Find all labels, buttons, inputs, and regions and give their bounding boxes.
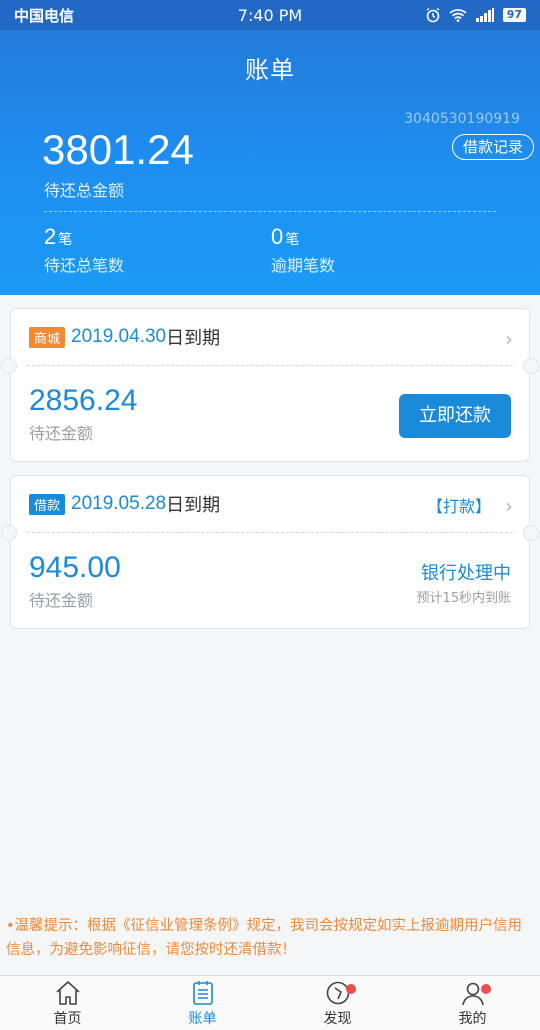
alarm-icon: [426, 7, 440, 23]
bill-icon: [192, 981, 213, 1005]
notification-dot: [346, 984, 356, 994]
nav-label: 首页: [53, 1011, 82, 1027]
nav-item-home[interactable]: 首页: [0, 976, 135, 1030]
wifi-icon: [449, 9, 467, 22]
user-icon: [461, 982, 484, 1006]
overdue-count-stat: 0笔 逾期笔数: [271, 224, 335, 276]
header-panel: 中国电信 7:40 PM 97 账单 3040530190919 借款记录 38…: [0, 0, 540, 295]
transfer-link[interactable]: 【打款】: [427, 493, 491, 517]
carrier-name: 中国电信: [14, 6, 75, 25]
account-number: 3040530190919: [404, 111, 520, 127]
header-divider: [44, 211, 496, 212]
compass-icon: [326, 981, 349, 1005]
home-icon: [55, 981, 80, 1005]
pending-count-stat: 2笔 待还总笔数: [44, 224, 124, 276]
overdue-count-label: 逾期笔数: [271, 256, 336, 275]
battery-indicator: 97: [502, 8, 526, 22]
bill-type-tag: 借款: [29, 493, 66, 515]
nav-item-mine[interactable]: 我的: [405, 976, 540, 1030]
due-date: 2019.04.30: [71, 326, 167, 347]
due-date: 2019.05.28: [71, 493, 167, 514]
nav-label: 账单: [188, 1011, 217, 1027]
bank-status: 银行处理中 预计15秒内到账: [416, 559, 511, 606]
due-suffix: 日到期: [166, 328, 221, 349]
repay-now-button[interactable]: 立即还款: [399, 394, 511, 438]
pending-count: 2: [44, 224, 57, 249]
overdue-count: 0: [271, 224, 284, 249]
total-due-amount: 3801.24: [42, 126, 194, 173]
bottom-nav: 首页 账单 发现 我的: [0, 975, 540, 1030]
bill-card-loan[interactable]: 借款 2019.05.28 日到期 【打款】 › 945.00 待还金额 银行处…: [1, 475, 539, 629]
nav-item-bill[interactable]: 账单: [135, 976, 270, 1030]
notification-dot: [481, 984, 491, 994]
chevron-right-icon[interactable]: ›: [505, 327, 513, 351]
nav-label: 我的: [458, 1011, 487, 1027]
bank-status-text: 银行处理中: [421, 563, 511, 584]
nav-label: 发现: [323, 1011, 352, 1027]
bill-type-tag: 商城: [29, 326, 66, 348]
total-due-label: 待还总金额: [44, 181, 125, 200]
pending-count-label: 待还总笔数: [44, 256, 125, 275]
nav-item-discover[interactable]: 发现: [270, 976, 405, 1030]
loan-record-button[interactable]: 借款记录: [451, 134, 534, 160]
chevron-right-icon[interactable]: ›: [505, 494, 513, 518]
page-title: 账单: [245, 56, 295, 84]
pending-unit: 笔: [58, 232, 73, 248]
bill-card-header[interactable]: 商城 2019.04.30 日到期 ›: [11, 309, 529, 365]
signal-icon: [475, 8, 494, 22]
status-bar: 中国电信 7:40 PM 97: [0, 0, 540, 30]
bill-card-header[interactable]: 借款 2019.05.28 日到期 【打款】 ›: [11, 476, 529, 532]
bank-status-eta: 预计15秒内到账: [416, 591, 511, 606]
overdue-unit: 笔: [285, 232, 300, 248]
credit-notice: •温馨提示：根据《征信业管理条例》规定，我司会按规定如实上报逾期用户信用信息，为…: [6, 918, 523, 958]
due-suffix: 日到期: [166, 495, 221, 516]
bill-card-mall[interactable]: 商城 2019.04.30 日到期 › 2856.24 待还金额 立即还款: [1, 308, 539, 462]
